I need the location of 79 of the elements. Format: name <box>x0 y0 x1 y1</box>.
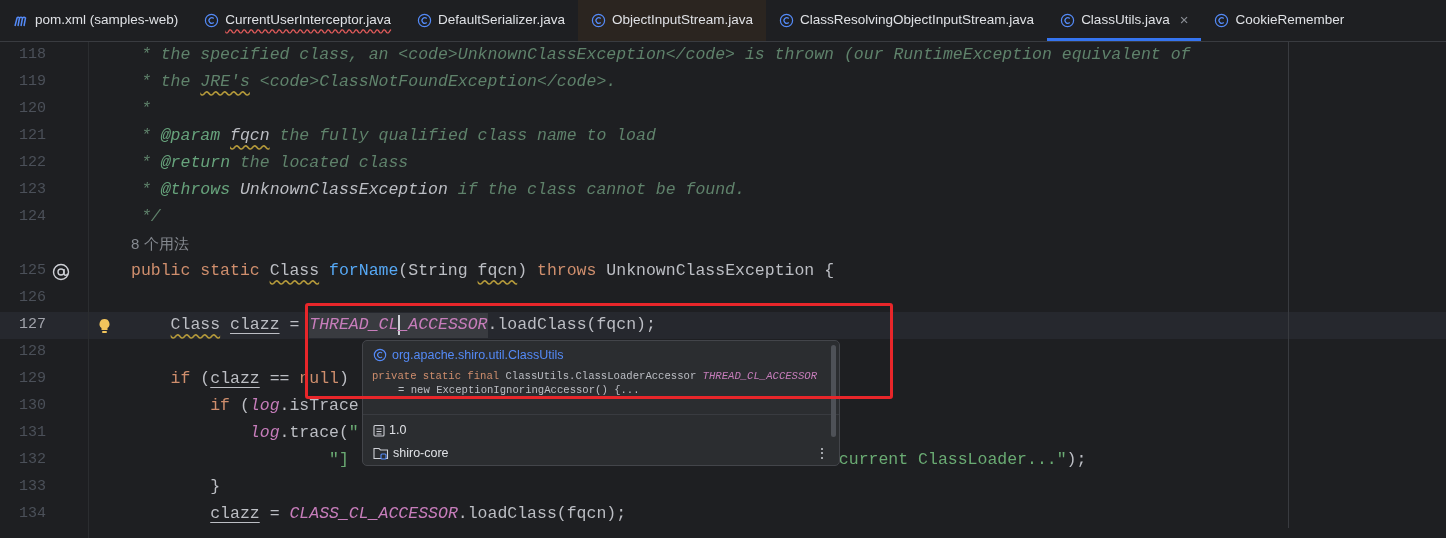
lightbulb-icon[interactable] <box>98 317 111 334</box>
line-number: 127 <box>18 315 46 336</box>
class-icon <box>417 13 433 28</box>
code-token: throws <box>537 260 597 283</box>
code-token: CLASS_CL_ACCESSOR <box>289 503 458 526</box>
code-token: * <box>140 98 151 121</box>
code-token: fqcn <box>230 125 270 148</box>
class-icon <box>204 13 220 28</box>
code-token: * <box>140 125 152 148</box>
code-token: if <box>210 395 231 418</box>
code-token: log <box>249 422 280 445</box>
code-token: if the class cannot be found. <box>457 179 745 202</box>
code-token: clazz <box>230 314 280 337</box>
code-token: log <box>249 395 280 418</box>
editor-tab[interactable]: ClassUtils.java × <box>1047 0 1202 41</box>
module-name: shiro-core <box>393 444 449 462</box>
class-icon <box>373 348 387 362</box>
code-token: * <box>140 179 152 202</box>
editor-tab[interactable]: ObjectInputStream.java <box>577 0 766 41</box>
editor-tab[interactable]: CurrentUserInterceptor.java <box>191 0 405 41</box>
code-token: JRE's <box>200 71 250 94</box>
code-token: .trace( <box>279 422 349 445</box>
code-token: ); <box>1066 449 1087 472</box>
code-token: current ClassLoader..." <box>838 449 1067 472</box>
code-token: (String <box>398 260 469 283</box>
code-token: @throws <box>160 179 231 202</box>
code-token: = new ExceptionIgnoringAccessor() {... <box>397 383 641 397</box>
more-button[interactable]: ⋮ <box>815 442 829 464</box>
class-link[interactable]: org.apache.shiro.util.ClassUtils <box>392 345 564 365</box>
code-token: ) <box>517 260 529 283</box>
code-token: ( <box>239 395 250 418</box>
class-icon <box>590 13 606 28</box>
code-token: = <box>289 314 301 337</box>
editor-tab[interactable]: CookieRemember <box>1201 0 1358 41</box>
code-token: ( <box>200 368 211 391</box>
class-icon <box>779 13 794 28</box>
code-token: * the <box>140 71 192 94</box>
code-token: public static <box>131 260 261 283</box>
code-token: Class <box>170 314 221 337</box>
code-token: the located class <box>239 152 409 175</box>
class-icon <box>1060 13 1076 28</box>
code-token: the fully qualified class name to load <box>279 125 656 148</box>
code-token: * the specified class, an <code>UnknownClassException</code> is thrown (our RuntimeException equivalent of <box>140 44 1191 67</box>
code-token: Class <box>269 260 320 283</box>
code-token: THREAD_CL <box>309 313 399 338</box>
code-token: " <box>348 422 359 445</box>
code-token: <code>ClassNotFoundException</code>. <box>259 71 617 94</box>
editor-tab[interactable]: ClassResolvingObjectInputStream.java <box>766 0 1048 41</box>
code-token: clazz <box>210 368 260 391</box>
code-token: = <box>269 503 281 526</box>
code-token: ClassUtils.ClassLoaderAccessor <box>505 369 698 383</box>
code-token: .loadClass(fqcn); <box>457 503 627 526</box>
code-token: @param <box>160 125 221 148</box>
usages-hint[interactable]: 8 个用法 <box>131 233 189 256</box>
code-token: * <box>140 152 152 175</box>
code-token: if <box>170 368 191 391</box>
close-button[interactable]: × <box>1179 9 1189 32</box>
folder-icon <box>373 446 389 460</box>
editor-tab[interactable]: DefaultSerializer.java <box>404 0 578 41</box>
code-token: */ <box>140 206 161 229</box>
code-token: @return <box>160 152 231 175</box>
code-token: ) <box>339 368 349 391</box>
code-token: UnknownClassException <box>239 179 448 202</box>
code-token: .loadClass(fqcn); <box>487 314 656 337</box>
code-token: clazz <box>210 503 260 526</box>
at-sign-icon[interactable] <box>52 262 70 281</box>
code-token: "] <box>329 449 349 472</box>
code-token: .isTrace <box>279 395 359 418</box>
since-version: 1.0 <box>389 421 407 439</box>
class-icon <box>1214 13 1230 28</box>
code-token: == <box>269 368 291 391</box>
code-token: forName <box>329 260 399 283</box>
code-token: private static final <box>372 369 501 383</box>
code-token: fqcn <box>477 260 518 283</box>
calendar-icon <box>373 423 385 437</box>
editor-tab[interactable]: pom.xml (samples-web) <box>0 0 192 41</box>
code-token: UnknownClassException { <box>606 260 835 283</box>
code-token: THREAD_CL_ACCESSOR <box>702 369 818 383</box>
code-token: } <box>210 476 221 499</box>
